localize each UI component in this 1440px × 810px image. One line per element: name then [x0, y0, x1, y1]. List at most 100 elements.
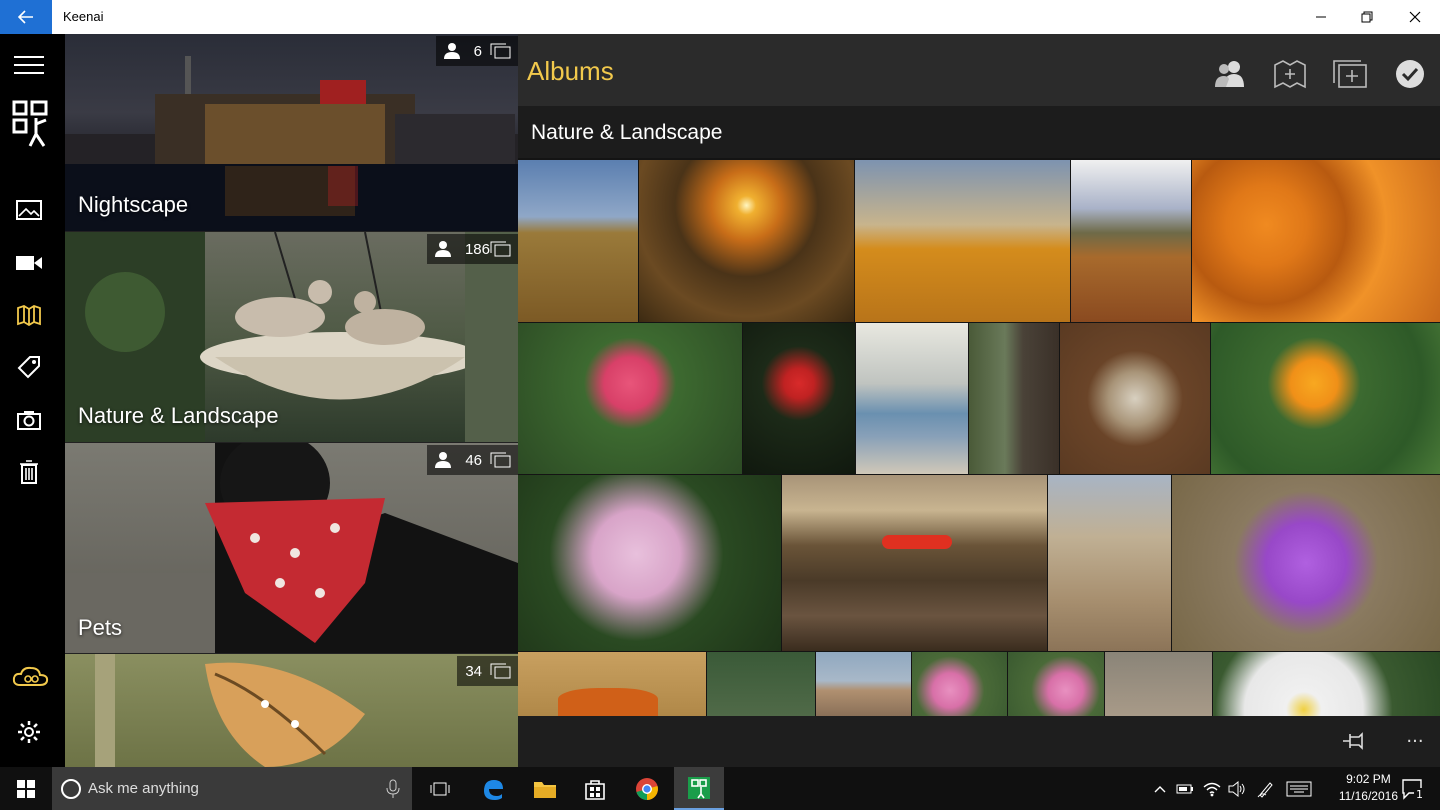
start-button[interactable] [0, 767, 52, 810]
cortana-search-box[interactable]: Ask me anything [52, 767, 412, 810]
album-card-selected[interactable]: 186 Nature & Landscape [65, 232, 518, 442]
photo-thumbnail[interactable] [1172, 475, 1440, 651]
add-album-icon [1333, 60, 1367, 88]
title-bar: Keenai [0, 0, 1440, 34]
photo-thumbnail[interactable] [816, 652, 911, 716]
select-button[interactable] [1390, 56, 1430, 92]
keyboard-icon [1286, 781, 1312, 796]
minimize-icon [1316, 16, 1326, 18]
photo-thumbnail[interactable] [707, 652, 815, 716]
pin-button[interactable] [1342, 730, 1370, 754]
photo-thumbnail[interactable] [1213, 652, 1440, 716]
chevron-up-icon [1154, 785, 1166, 792]
photo-thumbnail[interactable] [639, 160, 854, 322]
people-button[interactable] [1210, 56, 1250, 92]
photo-thumbnail[interactable] [969, 323, 1059, 474]
taskbar-keenai[interactable] [674, 767, 724, 810]
store-icon [585, 779, 605, 800]
pen-indicator[interactable] [1254, 767, 1278, 810]
taskbar-chrome[interactable] [624, 767, 670, 810]
close-button[interactable] [1392, 0, 1438, 34]
nav-settings[interactable] [14, 717, 44, 747]
action-center-button[interactable]: 1 [1394, 767, 1430, 810]
people-icon [443, 43, 460, 59]
touch-keyboard-button[interactable] [1284, 767, 1314, 810]
more-button[interactable]: ... [1400, 726, 1430, 754]
photo-thumbnail[interactable] [518, 323, 742, 474]
nav-photos[interactable] [14, 195, 44, 225]
close-icon [1409, 11, 1421, 23]
photo-thumbnail[interactable] [1048, 475, 1171, 651]
show-hidden-icons-button[interactable] [1150, 767, 1170, 810]
nav-videos[interactable] [14, 248, 44, 278]
search-placeholder: Ask me anything [88, 780, 199, 797]
notification-count: 1 [1414, 788, 1425, 801]
photo-thumbnail[interactable] [912, 652, 1007, 716]
album-card[interactable]: 6 Nightscape [65, 34, 518, 231]
add-album-button[interactable] [1330, 56, 1370, 92]
taskbar-store[interactable] [572, 767, 618, 810]
album-name: Nature & Landscape [78, 403, 279, 428]
menu-button[interactable] [14, 50, 44, 80]
volume-indicator[interactable] [1226, 767, 1248, 810]
trash-icon [20, 460, 38, 484]
wifi-icon [1203, 782, 1221, 796]
photo-thumbnail[interactable] [1105, 652, 1212, 716]
camera-icon [17, 411, 41, 430]
album-card[interactable]: 46 Pets [65, 443, 518, 653]
photo-grid [518, 160, 1440, 716]
add-to-album-button[interactable] [1270, 56, 1310, 92]
photo-thumbnail[interactable] [1008, 652, 1104, 716]
volume-icon [1228, 780, 1245, 797]
folder-icon [534, 781, 556, 798]
pen-icon [1257, 781, 1273, 798]
nav-tags[interactable] [14, 352, 44, 382]
nav-cloud[interactable] [12, 661, 50, 691]
gallery-icon [490, 452, 511, 468]
cloud-icon [12, 666, 49, 686]
cortana-icon [61, 778, 81, 799]
photo-thumbnail[interactable] [856, 323, 968, 474]
nav-camera[interactable] [14, 405, 44, 435]
clock-time: 9:02 PM [1346, 772, 1391, 786]
back-button[interactable] [0, 0, 52, 34]
app-window: Keenai 6 Nightscape 186 Nature & Landsca… [0, 0, 1440, 810]
taskbar-explorer[interactable] [520, 767, 570, 810]
photo-thumbnail[interactable] [518, 652, 706, 716]
network-indicator[interactable] [1200, 767, 1224, 810]
restore-button[interactable] [1344, 0, 1390, 34]
album-name: Nightscape [78, 192, 189, 217]
nav-rail [0, 34, 65, 767]
photo-thumbnail[interactable] [1060, 323, 1210, 474]
photos-icon [16, 200, 42, 220]
nav-trash[interactable] [14, 457, 44, 487]
kayak-shape [882, 535, 952, 549]
task-view-icon [430, 782, 450, 795]
photo-thumbnail[interactable] [1211, 323, 1440, 474]
task-view-button[interactable] [418, 767, 462, 810]
album-badge: 34 [457, 656, 518, 686]
photo-thumbnail[interactable] [518, 475, 781, 651]
album-card[interactable]: 34 [65, 654, 518, 767]
people-icon [1215, 61, 1244, 87]
photo-thumbnail[interactable] [782, 475, 1047, 651]
photo-thumbnail[interactable] [743, 323, 855, 474]
album-cover-image [95, 654, 365, 767]
album-count: 46 [465, 451, 482, 469]
command-bar: ... [518, 716, 1440, 767]
nav-albums[interactable] [14, 300, 44, 330]
album-badge: 46 [427, 445, 518, 475]
app-logo [10, 98, 54, 150]
clock-date: 11/16/2016 [1338, 789, 1398, 803]
taskbar-edge[interactable] [468, 767, 518, 810]
photo-thumbnail[interactable] [855, 160, 1070, 322]
system-clock[interactable]: 9:02 PM 11/16/2016 [1339, 771, 1398, 805]
edge-icon [484, 779, 503, 800]
pin-icon [1343, 732, 1363, 750]
people-icon [434, 241, 451, 257]
minimize-button[interactable] [1298, 0, 1344, 34]
battery-indicator[interactable] [1174, 767, 1196, 810]
photo-thumbnail[interactable] [518, 160, 638, 322]
photo-thumbnail[interactable] [1192, 160, 1440, 322]
photo-thumbnail[interactable] [1071, 160, 1191, 322]
